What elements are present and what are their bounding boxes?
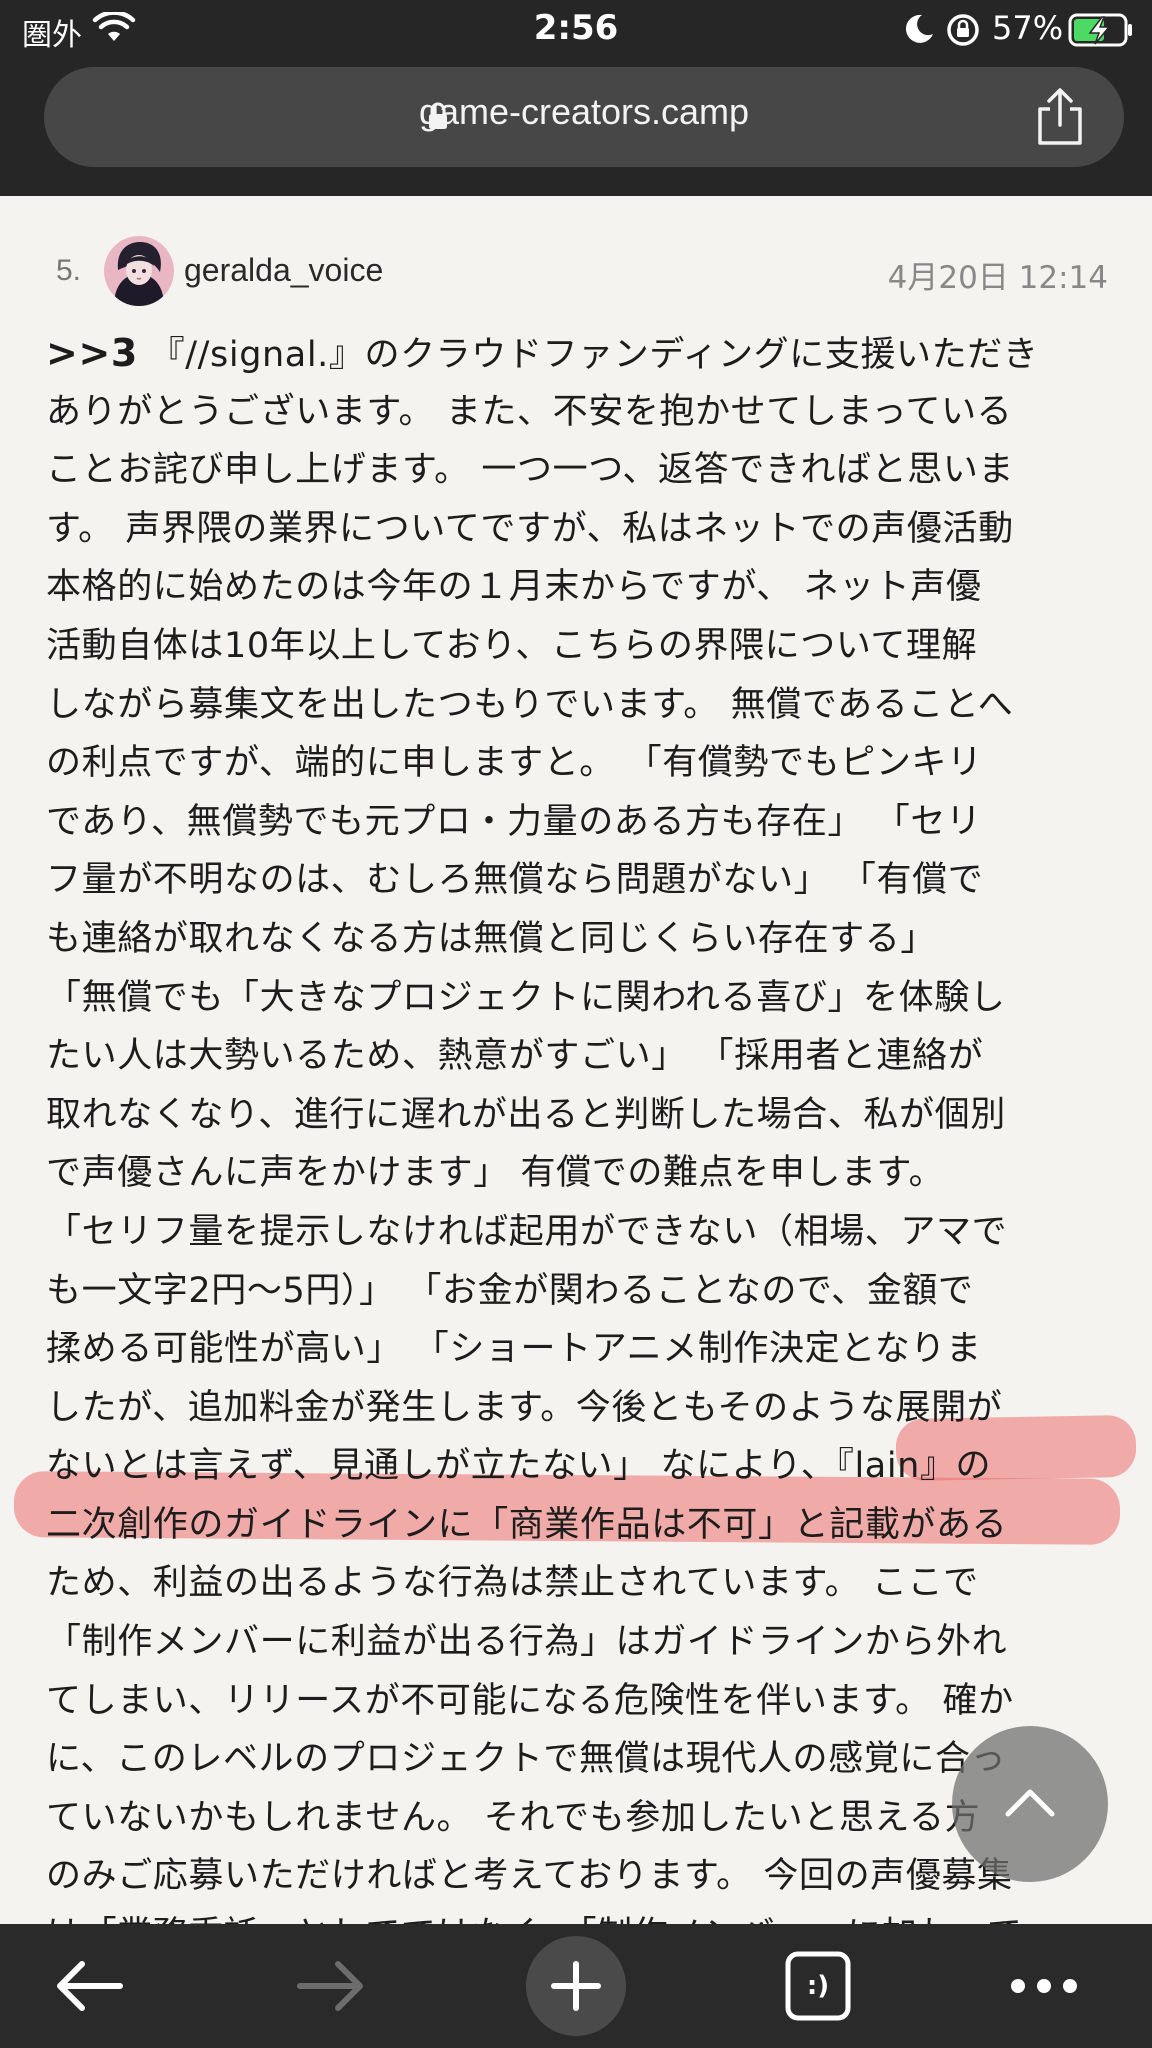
plus-icon bbox=[551, 1961, 601, 2011]
chevron-up-icon bbox=[1005, 1789, 1055, 1817]
forward-button[interactable] bbox=[280, 1944, 380, 2028]
post-line: す。 声界隈の業界についてですが、私はネットでの声優活動 bbox=[46, 508, 1014, 549]
browser-toolbar: :) bbox=[0, 1924, 1152, 2048]
scroll-to-top-button[interactable] bbox=[952, 1726, 1108, 1882]
post-line: 「セリフ量を提示しなければ起用ができない（相場、アマで bbox=[46, 1211, 1008, 1252]
page-content[interactable]: 5. geralda_voice 4月20日 12:14 >>3 『//sign… bbox=[0, 196, 1152, 1924]
post-line: 揉める可能性が高い」 「ショートアニメ制作決定となりま bbox=[46, 1329, 982, 1370]
more-icon bbox=[1011, 1979, 1077, 1993]
post-line: ことお詫び申し上げます。 一つ一つ、返答できればと思いま bbox=[46, 450, 1015, 491]
post-line: は「業務委託」としてではなく、「制作メンバー」に加わって bbox=[46, 1906, 1116, 1924]
post-line: であり、無償勢でも元プロ・力量のある方も存在」 「セリ bbox=[46, 801, 982, 842]
post-line: ないとは言えず、見通しが立たない」 なにより、『lain』の bbox=[46, 1446, 992, 1487]
post-line: 本格的に始めたのは今年の１月末からですが、 ネット声優 bbox=[46, 567, 982, 608]
arrow-right-icon bbox=[297, 1961, 363, 2011]
post-line: ため、利益の出るような行為は禁止されています。 ここで bbox=[46, 1563, 979, 1604]
username-link[interactable]: geralda_voice bbox=[184, 252, 383, 289]
more-button[interactable] bbox=[994, 1944, 1094, 2028]
post-line: 二次創作のガイドラインに「商業作品は不可」と記載がある bbox=[46, 1504, 1008, 1545]
share-icon[interactable] bbox=[1034, 87, 1086, 147]
post-body: >>3 『//signal.』のクラウドファンディングに支援いただき ありがとう… bbox=[46, 324, 1116, 1924]
avatar-image bbox=[104, 236, 174, 306]
post-line: ありがとうございます。 また、不安を抱かせてしまっている bbox=[46, 391, 1013, 432]
post-line: 取れなくなり、進行に遅れが出ると判断した場合、私が個別 bbox=[46, 1094, 1006, 1135]
post-line: も一文字2円〜5円）」 「お金が関わることなので、金額で bbox=[46, 1270, 974, 1311]
post-line: しながら募集文を出したつもりでいます。 無償であることへ bbox=[46, 684, 1014, 725]
avatar[interactable] bbox=[104, 236, 174, 306]
post-line: 活動自体は10年以上しており、こちらの界隈について理解 bbox=[46, 625, 978, 666]
post-line: の利点ですが、端的に申しますと。 「有償勢でもピンキリ bbox=[46, 743, 983, 784]
back-button[interactable] bbox=[40, 1944, 140, 2028]
new-tab-button[interactable] bbox=[526, 1936, 626, 2036]
post-line: のみご応募いただければと考えております。 今回の声優募集 bbox=[46, 1856, 1013, 1897]
battery-charging-icon bbox=[1068, 13, 1132, 47]
post-line: したが、追加料金が発生します。今後ともそのような展開が bbox=[46, 1387, 1003, 1428]
post-line: たい人は大勢いるため、熱意がすごい」 「採用者と連絡が bbox=[46, 1036, 984, 1077]
browser-chrome: 圏外 2:56 57% game-creators.camp bbox=[0, 0, 1152, 196]
post-line: てしまい、リリースが不可能になる危険性を伴います。 確か bbox=[46, 1680, 1014, 1721]
tabs-label: :) bbox=[806, 1971, 830, 2001]
post-number: 5. bbox=[56, 254, 82, 287]
post-line: で声優さんに声をかけます」 有償での難点を申します。 bbox=[46, 1153, 945, 1194]
post-date: 4月20日 12:14 bbox=[887, 260, 1108, 296]
reply-link[interactable]: >>3 bbox=[46, 331, 138, 375]
post-line: 「無償でも「大きなプロジェクトに関われる喜び」を体験し bbox=[46, 977, 1006, 1018]
arrow-left-icon bbox=[57, 1961, 123, 2011]
address-bar[interactable]: game-creators.camp bbox=[44, 67, 1124, 167]
post-line-text: 『//signal.』のクラウドファンディングに支援いただき bbox=[137, 335, 1039, 375]
post-line: も連絡が取れなくなる方は無償と同じくらい存在する」 bbox=[46, 918, 937, 959]
moon-icon bbox=[905, 14, 933, 43]
rotation-lock-icon bbox=[947, 14, 979, 46]
lock-icon bbox=[429, 102, 447, 129]
post-line: 「制作メンバーに利益が出る行為」はガイドラインから外れ bbox=[46, 1622, 1008, 1663]
post-header: 5. geralda_voice 4月20日 12:14 bbox=[0, 236, 1152, 308]
battery-percent: 57% bbox=[992, 9, 1064, 47]
status-bar: 圏外 2:56 57% bbox=[0, 0, 1152, 60]
post-line: フ量が不明なのは、むしろ無償なら問題がない」 「有償で bbox=[46, 860, 984, 901]
url-text[interactable]: game-creators.camp bbox=[44, 91, 1124, 133]
post-line: >>3 『//signal.』のクラウドファンディングに支援いただき bbox=[46, 324, 1116, 383]
tabs-button[interactable]: :) bbox=[768, 1944, 868, 2028]
